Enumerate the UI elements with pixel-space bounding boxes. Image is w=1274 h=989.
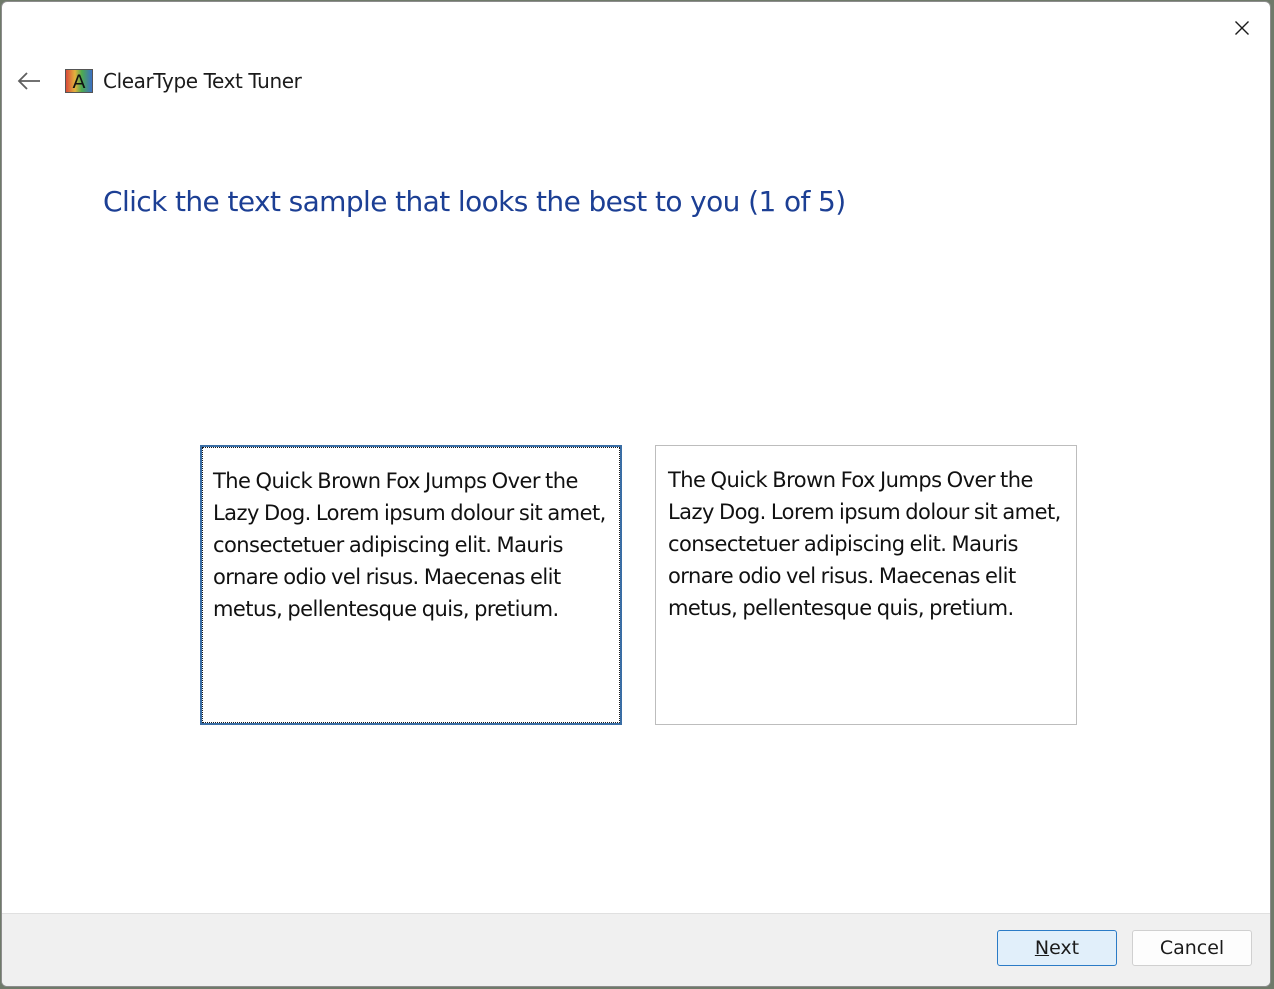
svg-text:A: A: [73, 71, 86, 93]
close-button[interactable]: [1214, 2, 1270, 54]
next-button-label: ext: [1049, 937, 1080, 959]
text-sample-1[interactable]: The Quick Brown Fox Jumps Over the Lazy …: [200, 445, 622, 725]
app-title: ClearType Text Tuner: [103, 69, 302, 93]
back-arrow-icon: [17, 72, 40, 90]
cleartype-window: A ClearType Text Tuner Click the text sa…: [1, 1, 1271, 987]
text-sample-2[interactable]: The Quick Brown Fox Jumps Over the Lazy …: [655, 445, 1077, 725]
close-icon: [1235, 21, 1249, 35]
back-button[interactable]: [12, 64, 46, 98]
next-button[interactable]: Next: [997, 930, 1117, 966]
instruction-heading: Click the text sample that looks the bes…: [103, 185, 846, 218]
footer-bar: Next Cancel: [2, 913, 1270, 986]
text-sample-2-text: The Quick Brown Fox Jumps Over the Lazy …: [668, 468, 1061, 620]
cancel-button-label: Cancel: [1159, 937, 1225, 959]
cancel-button[interactable]: Cancel: [1132, 930, 1252, 966]
next-button-access-key: N: [1034, 937, 1050, 959]
text-sample-1-text: The Quick Brown Fox Jumps Over the Lazy …: [213, 469, 606, 621]
cleartype-icon: A: [65, 69, 93, 93]
